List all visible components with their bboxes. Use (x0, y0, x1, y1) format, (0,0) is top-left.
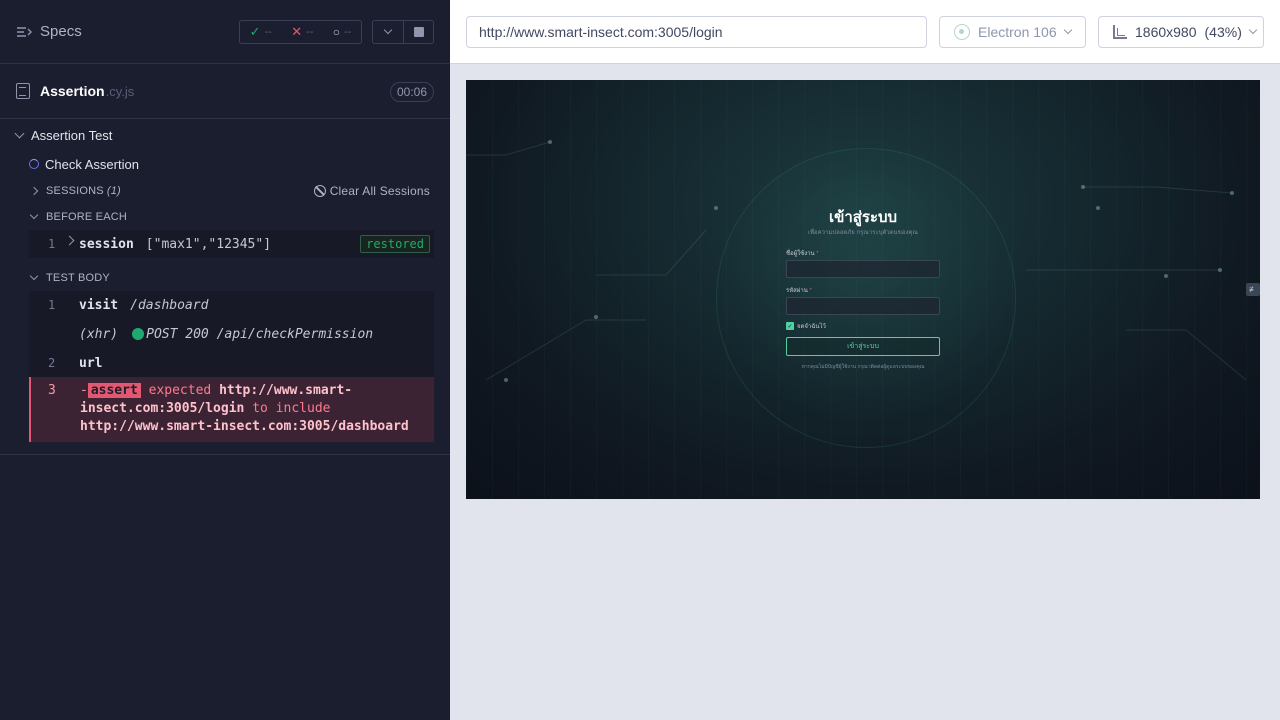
assert-expected-url: http://www.smart-insect.com:3005/dashboa… (80, 419, 409, 434)
stop-icon (413, 27, 424, 37)
chevron-down-icon (29, 271, 39, 281)
suite-title-row[interactable]: Assertion Test (0, 120, 450, 150)
command-name: url (79, 355, 103, 371)
viewport-size: 1860x980 (1135, 24, 1197, 40)
password-label-text: รหัสผ่าน (786, 288, 808, 294)
aut-iframe: เข้าสู่ระบบ เพื่อความปลอดภัย กรุณาระบุตั… (466, 80, 1260, 499)
test-title-row[interactable]: Check Assertion (0, 150, 450, 178)
login-subtitle: เพื่อความปลอดภัย กรุณาระบุตัวตนของคุณ (808, 230, 918, 236)
file-icon (16, 83, 30, 99)
assert-expected-word: expected (148, 383, 212, 398)
divider (0, 442, 450, 455)
x-icon: ✕ (291, 24, 303, 39)
passed-count: -- (264, 26, 272, 38)
checkbox-checked-icon: ✓ (786, 322, 794, 330)
required-mark: * (809, 288, 812, 294)
command-name: session (79, 236, 134, 252)
electron-icon (954, 24, 970, 40)
failed-assertion-row[interactable]: 3 - assert expected http://www.smart-inse… (29, 377, 434, 442)
stat-pending: ○ -- (333, 25, 352, 39)
password-input[interactable] (786, 297, 940, 315)
chevron-down-icon (29, 210, 39, 220)
command-number: 2 (48, 356, 56, 370)
assertion-message: - assert expected http://www.smart-insect… (31, 382, 434, 436)
command-message: /dashboard (130, 297, 209, 313)
stats-bar: ✓ -- ✕ -- ○ -- (239, 20, 362, 44)
spec-duration: 00:06 (389, 82, 434, 102)
pending-count: -- (344, 26, 352, 38)
suite-title: Assertion Test (31, 127, 113, 143)
remember-me-label: จดจำฉันไว้ (797, 324, 826, 330)
test-body-label: TEST BODY (46, 272, 110, 284)
test-body-section[interactable]: TEST BODY (0, 265, 450, 291)
sessions-section[interactable]: SESSIONS (1) Clear All Sessions (0, 178, 450, 204)
login-help-text: หากคุณไม่มีบัญชีผู้ใช้งาน กรุณาติดต่อผู้… (801, 364, 925, 370)
specs-label: Specs (40, 23, 82, 40)
xhr-row[interactable]: (xhr) POST 200 /api/checkPermission (29, 319, 434, 349)
password-label: รหัสผ่าน * (786, 285, 812, 295)
ban-icon (313, 185, 326, 197)
chevron-down-icon (383, 25, 393, 35)
login-title: เข้าสู่ระบบ (828, 209, 898, 226)
assert-tag: assert (87, 383, 141, 398)
stat-passed: ✓ -- (250, 24, 272, 40)
check-icon: ✓ (249, 24, 261, 39)
url-bar[interactable]: http://www.smart-insect.com:3005/login (466, 16, 927, 48)
running-spinner-icon (29, 159, 39, 169)
settings-toggle-icon[interactable]: ≢ (1246, 283, 1260, 296)
sessions-count: (1) (106, 185, 121, 197)
specs-button[interactable]: Specs (16, 23, 82, 40)
spec-extension: .cy.js (105, 83, 135, 99)
command-message: ["max1","12345"] (145, 236, 272, 252)
required-mark: * (816, 251, 819, 257)
viewport-info[interactable]: 1860x980 (43%) (1098, 16, 1264, 48)
command-row[interactable]: 1 session ["max1","12345"] restored (29, 230, 434, 258)
specs-list-icon (17, 26, 32, 37)
reporter-topbar: Specs ✓ -- ✕ -- ○ -- (0, 0, 450, 64)
before-each-commands: 1 session ["max1","12345"] restored (29, 230, 434, 258)
chevron-right-icon (29, 186, 39, 196)
pending-icon: ○ (332, 25, 340, 39)
spec-header: Assertion .cy.js 00:06 (0, 64, 450, 119)
command-row[interactable]: 2 url (29, 349, 434, 377)
username-label-text: ชื่อผู้ใช้งาน (786, 251, 815, 257)
chevron-down-icon (1248, 25, 1258, 35)
sessions-label: SESSIONS (46, 185, 104, 197)
stop-button[interactable] (403, 20, 434, 44)
clear-sessions-button[interactable]: Clear All Sessions (313, 184, 430, 198)
test-body-commands: 1 visit /dashboard (xhr) POST 200 /api/c… (29, 291, 434, 377)
username-label: ชื่อผู้ใช้งาน * (786, 248, 819, 258)
before-each-label: BEFORE EACH (46, 211, 128, 223)
command-name: (xhr) (79, 326, 119, 342)
login-submit-button[interactable]: เข้าสู่ระบบ (786, 337, 940, 356)
spec-name: Assertion (40, 83, 105, 99)
command-row[interactable]: 1 visit /dashboard (29, 291, 434, 319)
stat-failed: ✕ -- (291, 24, 313, 40)
failed-count: -- (306, 26, 314, 38)
username-input[interactable] (786, 260, 940, 278)
browser-name: Electron 106 (978, 24, 1057, 40)
reporter-panel: Specs ✓ -- ✕ -- ○ -- Assertion .cy.js 00:06… (0, 0, 450, 720)
clear-sessions-label: Clear All Sessions (329, 184, 430, 198)
expand-button[interactable] (372, 20, 403, 44)
command-number: 3 (48, 383, 56, 398)
assert-prefix: - (80, 383, 88, 398)
restored-badge: restored (360, 235, 430, 253)
command-number: 1 (48, 298, 56, 312)
browser-selector[interactable]: Electron 106 (939, 16, 1086, 48)
remember-me-checkbox[interactable]: ✓ จดจำฉันไว้ (786, 321, 826, 331)
aut-header: http://www.smart-insect.com:3005/login E… (450, 0, 1280, 64)
chevron-down-icon (1063, 25, 1072, 35)
chevron-down-icon (14, 128, 25, 138)
command-message: POST 200 /api/checkPermission (146, 326, 374, 342)
xhr-status-dot-icon (132, 328, 145, 340)
assert-verb: to include (252, 401, 331, 416)
before-each-section[interactable]: BEFORE EACH (0, 204, 450, 230)
test-title: Check Assertion (45, 156, 139, 172)
ruler-icon (1113, 25, 1127, 39)
command-name: visit (79, 297, 119, 313)
zoom-level: (43%) (1204, 24, 1242, 40)
aut-panel: http://www.smart-insect.com:3005/login E… (450, 0, 1280, 720)
